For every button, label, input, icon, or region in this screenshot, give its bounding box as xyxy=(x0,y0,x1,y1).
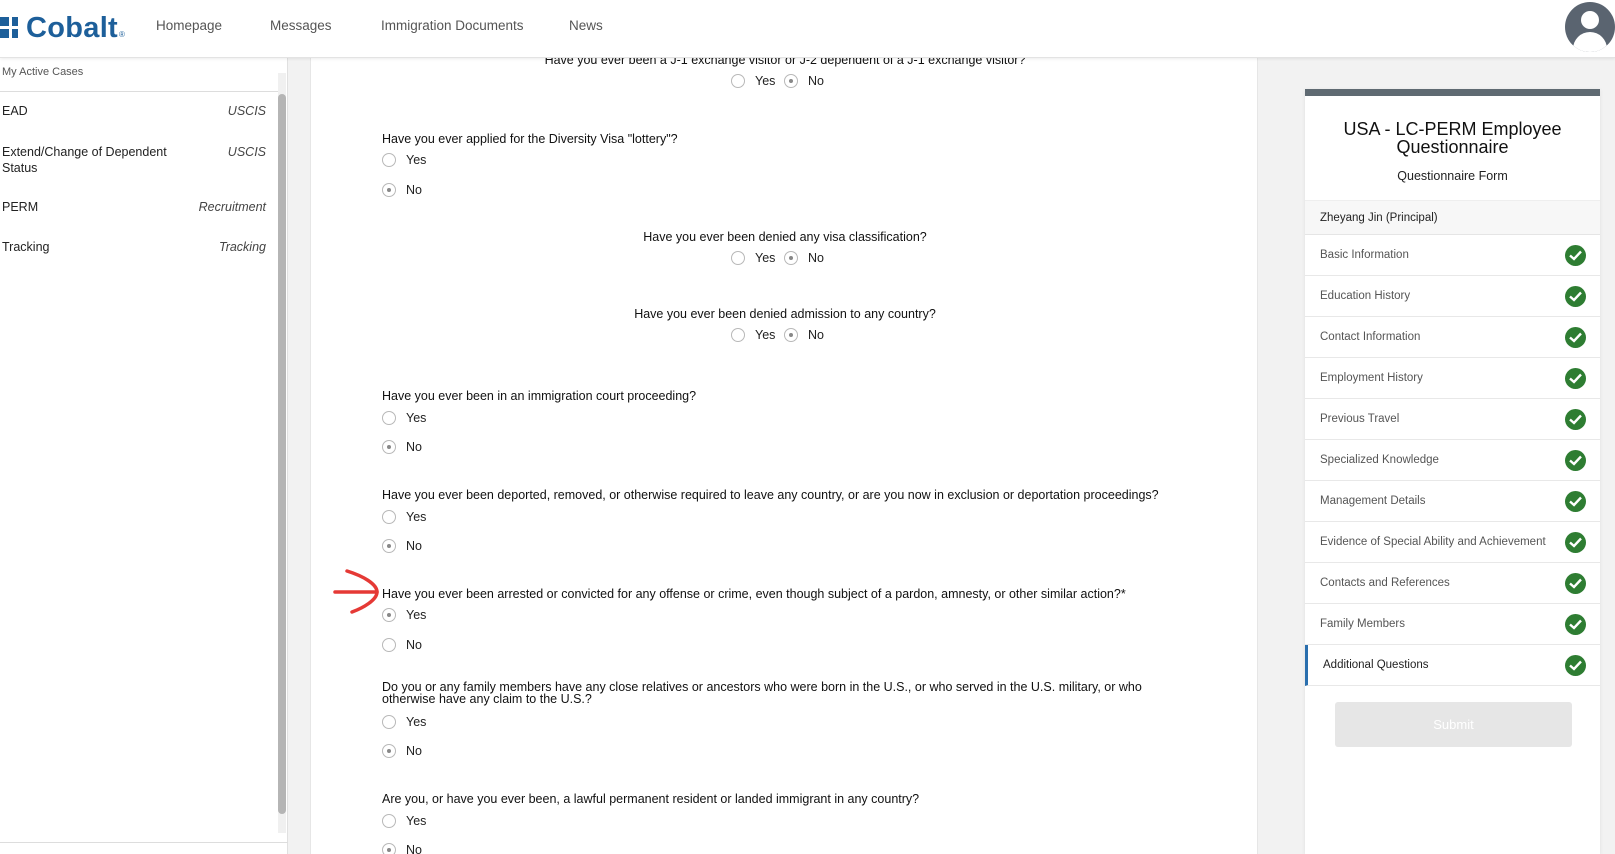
section-management-details[interactable]: Management Details xyxy=(1305,481,1600,522)
radio-button[interactable] xyxy=(731,328,745,342)
radio-button[interactable] xyxy=(382,715,396,729)
section-contact-information[interactable]: Contact Information xyxy=(1305,317,1600,358)
radio-button[interactable] xyxy=(382,440,396,454)
option-no[interactable]: No xyxy=(382,183,422,197)
option-yes[interactable]: Yes xyxy=(731,74,775,88)
question-deported: Have you ever been deported, removed, or… xyxy=(382,488,1159,502)
radio-button[interactable] xyxy=(382,510,396,524)
option-no[interactable]: No xyxy=(784,328,824,342)
check-circle-icon xyxy=(1565,409,1586,430)
section-additional-questions[interactable]: Additional Questions xyxy=(1305,645,1600,686)
radio-button[interactable] xyxy=(382,638,396,652)
logo-text: Cobalt xyxy=(26,11,119,44)
nav-immigration-documents[interactable]: Immigration Documents xyxy=(381,18,524,33)
panel-subtitle: Questionnaire Form xyxy=(1397,169,1508,183)
option-no[interactable]: No xyxy=(784,251,824,265)
radio-button[interactable] xyxy=(731,74,745,88)
question-us-relatives: Do you or any family members have any cl… xyxy=(382,680,1142,706)
case-name: Tracking xyxy=(2,240,50,254)
cobalt-logo-icon xyxy=(0,17,22,39)
question-permanent-resident: Are you, or have you ever been, a lawful… xyxy=(382,792,920,806)
section-specialized-knowledge[interactable]: Specialized Knowledge xyxy=(1305,440,1600,481)
check-circle-icon xyxy=(1565,450,1586,471)
panel-title: USA - LC-PERM Employee Questionnaire xyxy=(1343,119,1562,157)
option-yes[interactable]: Yes xyxy=(382,153,426,167)
case-tag: Tracking xyxy=(218,240,266,254)
section-employment-history[interactable]: Employment History xyxy=(1305,358,1600,399)
radio-button[interactable] xyxy=(731,251,745,265)
option-yes[interactable]: Yes xyxy=(731,251,775,265)
question-denied-admission: Have you ever been denied admission to a… xyxy=(634,307,936,321)
check-circle-icon xyxy=(1565,655,1586,676)
section-family-members[interactable]: Family Members xyxy=(1305,604,1600,645)
questionnaire-form: Have you ever been a J-1 exchange visito… xyxy=(310,58,1258,854)
question-denied-visa: Have you ever been denied any visa class… xyxy=(643,230,927,244)
case-name: EAD xyxy=(2,104,28,118)
sidebar-heading: My Active Cases xyxy=(2,66,84,78)
radio-button[interactable] xyxy=(382,814,396,828)
case-tag: USCIS xyxy=(227,145,266,159)
sidebar-scrollbar-thumb[interactable] xyxy=(278,94,286,814)
principal-header: Zheyang Jin (Principal) xyxy=(1305,200,1600,235)
option-yes[interactable]: Yes xyxy=(382,608,426,622)
question-diversity-visa: Have you ever applied for the Diversity … xyxy=(382,132,678,146)
logo-registered-mark: ® xyxy=(119,29,125,39)
option-no[interactable]: No xyxy=(382,843,422,854)
radio-button[interactable] xyxy=(382,183,396,197)
radio-button[interactable] xyxy=(382,843,396,854)
cases-sidebar: My Active Cases EAD USCIS Extend/Change … xyxy=(0,58,288,854)
option-yes[interactable]: Yes xyxy=(731,328,775,342)
section-education-history[interactable]: Education History xyxy=(1305,276,1600,317)
radio-button[interactable] xyxy=(382,744,396,758)
radio-button[interactable] xyxy=(784,328,798,342)
submit-button[interactable]: Submit xyxy=(1335,702,1572,747)
divider xyxy=(0,91,278,92)
cobalt-logo[interactable]: Cobalt ® xyxy=(0,10,125,46)
radio-button[interactable] xyxy=(784,74,798,88)
case-tag: Recruitment xyxy=(198,200,266,214)
radio-button[interactable] xyxy=(382,608,396,622)
radio-button[interactable] xyxy=(382,153,396,167)
check-circle-icon xyxy=(1565,491,1586,512)
check-circle-icon xyxy=(1565,532,1586,553)
check-circle-icon xyxy=(1565,573,1586,594)
radio-button[interactable] xyxy=(784,251,798,265)
nav-messages[interactable]: Messages xyxy=(270,18,332,33)
option-yes[interactable]: Yes xyxy=(382,510,426,524)
section-basic-information[interactable]: Basic Information xyxy=(1305,235,1600,276)
option-no[interactable]: No xyxy=(382,638,422,652)
case-name: Extend/Change of Dependent Status xyxy=(2,145,167,175)
radio-button[interactable] xyxy=(382,539,396,553)
case-tag: USCIS xyxy=(227,104,266,118)
check-circle-icon xyxy=(1565,327,1586,348)
option-no[interactable]: No xyxy=(784,74,824,88)
question-arrested-convicted: Have you ever been arrested or convicted… xyxy=(382,587,1126,601)
check-circle-icon xyxy=(1565,368,1586,389)
option-yes[interactable]: Yes xyxy=(382,814,426,828)
check-circle-icon xyxy=(1565,245,1586,266)
questionnaire-navigation-panel: USA - LC-PERM Employee Questionnaire Que… xyxy=(1305,89,1600,854)
top-navbar: Cobalt ® Homepage Messages Immigration D… xyxy=(0,0,1615,58)
nav-homepage[interactable]: Homepage xyxy=(156,18,222,33)
question-immigration-court: Have you ever been in an immigration cou… xyxy=(382,389,697,403)
user-avatar-icon[interactable] xyxy=(1565,2,1615,52)
check-circle-icon xyxy=(1565,614,1586,635)
option-yes[interactable]: Yes xyxy=(382,411,426,425)
option-yes[interactable]: Yes xyxy=(382,715,426,729)
nav-news[interactable]: News xyxy=(569,18,603,33)
red-arrow-annotation-icon xyxy=(333,569,379,614)
case-name: PERM xyxy=(2,200,39,214)
option-no[interactable]: No xyxy=(382,744,422,758)
divider xyxy=(0,842,288,843)
section-evidence-special-ability[interactable]: Evidence of Special Ability and Achievem… xyxy=(1305,522,1600,563)
radio-button[interactable] xyxy=(382,411,396,425)
option-no[interactable]: No xyxy=(382,440,422,454)
question-j1-visitor: Have you ever been a J-1 exchange visito… xyxy=(544,58,1026,67)
option-no[interactable]: No xyxy=(382,539,422,553)
section-previous-travel[interactable]: Previous Travel xyxy=(1305,399,1600,440)
check-circle-icon xyxy=(1565,286,1586,307)
section-contacts-references[interactable]: Contacts and References xyxy=(1305,563,1600,604)
